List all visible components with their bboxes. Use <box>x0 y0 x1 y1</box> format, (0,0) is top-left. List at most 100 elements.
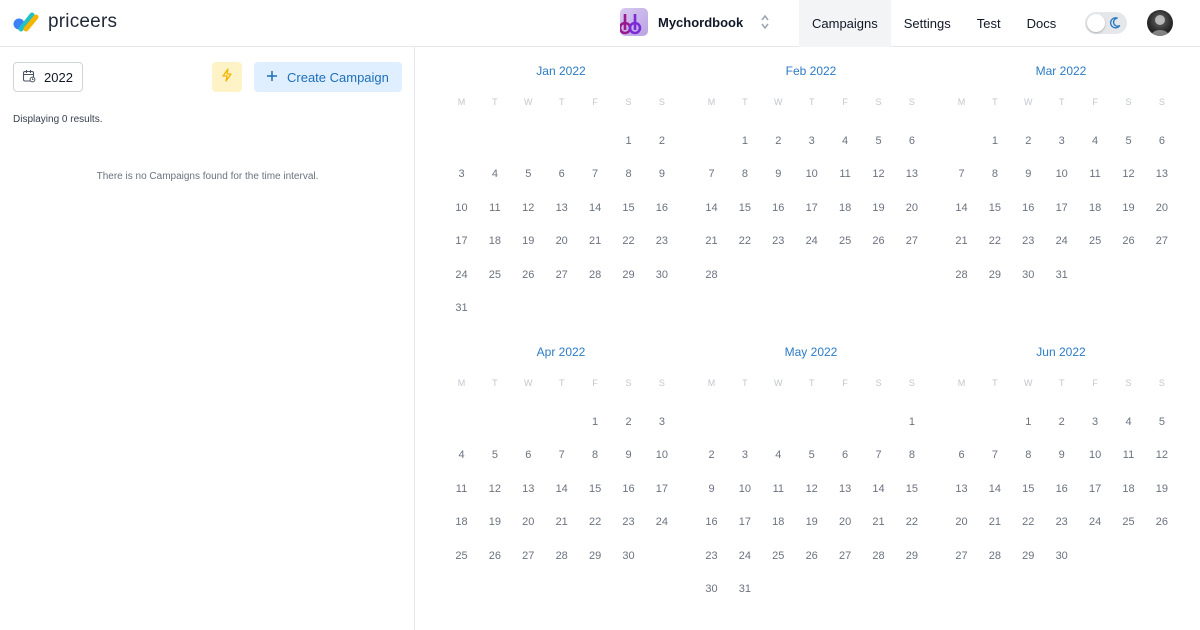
calendar-day[interactable]: 27 <box>512 550 545 562</box>
calendar-day[interactable]: 13 <box>545 202 578 214</box>
calendar-day[interactable]: 7 <box>978 449 1011 461</box>
calendar-day[interactable]: 20 <box>829 516 862 528</box>
calendar-day[interactable]: 10 <box>445 202 478 214</box>
calendar-day[interactable]: 13 <box>512 483 545 495</box>
calendar-day[interactable]: 17 <box>728 516 761 528</box>
calendar-day[interactable]: 25 <box>829 235 862 247</box>
calendar-day[interactable]: 15 <box>579 483 612 495</box>
calendar-day[interactable]: 18 <box>829 202 862 214</box>
calendar-day[interactable]: 19 <box>1112 202 1145 214</box>
calendar-day[interactable]: 21 <box>695 235 728 247</box>
calendar-day[interactable]: 21 <box>862 516 895 528</box>
calendar-day[interactable]: 2 <box>645 135 678 147</box>
calendar-day[interactable]: 26 <box>512 269 545 281</box>
calendar-day[interactable]: 16 <box>1045 483 1078 495</box>
calendar-day[interactable]: 10 <box>1045 168 1078 180</box>
calendar-day[interactable]: 22 <box>612 235 645 247</box>
calendar-day[interactable]: 1 <box>895 416 928 428</box>
calendar-day[interactable]: 5 <box>478 449 511 461</box>
quick-action-button[interactable] <box>212 62 242 92</box>
calendar-day[interactable]: 13 <box>1145 168 1178 180</box>
calendar-day[interactable]: 23 <box>1012 235 1045 247</box>
calendar-day[interactable]: 14 <box>695 202 728 214</box>
calendar-day[interactable]: 16 <box>612 483 645 495</box>
calendar-day[interactable]: 8 <box>895 449 928 461</box>
store-switcher[interactable]: Mychordbook <box>620 8 769 36</box>
calendar-day[interactable]: 15 <box>612 202 645 214</box>
calendar-day[interactable]: 9 <box>695 483 728 495</box>
calendar-day[interactable]: 15 <box>895 483 928 495</box>
calendar-day[interactable]: 19 <box>862 202 895 214</box>
calendar-day[interactable]: 1 <box>579 416 612 428</box>
nav-test[interactable]: Test <box>964 0 1014 47</box>
calendar-day[interactable]: 6 <box>512 449 545 461</box>
calendar-day[interactable]: 24 <box>795 235 828 247</box>
calendar-day[interactable]: 4 <box>445 449 478 461</box>
calendar-day[interactable]: 30 <box>612 550 645 562</box>
calendar-day[interactable]: 13 <box>895 168 928 180</box>
calendar-day[interactable]: 17 <box>445 235 478 247</box>
calendar-day[interactable]: 12 <box>1145 449 1178 461</box>
nav-docs[interactable]: Docs <box>1014 0 1070 47</box>
calendar-day[interactable]: 12 <box>862 168 895 180</box>
calendar-day[interactable]: 13 <box>829 483 862 495</box>
calendar-day[interactable]: 26 <box>862 235 895 247</box>
calendar-day[interactable]: 3 <box>1045 135 1078 147</box>
calendar-day[interactable]: 4 <box>762 449 795 461</box>
calendar-day[interactable]: 2 <box>762 135 795 147</box>
calendar-day[interactable]: 3 <box>795 135 828 147</box>
calendar-day[interactable]: 25 <box>478 269 511 281</box>
calendar-day[interactable]: 23 <box>1045 516 1078 528</box>
calendar-day[interactable]: 4 <box>1079 135 1112 147</box>
calendar-day[interactable]: 5 <box>862 135 895 147</box>
calendar-day[interactable]: 5 <box>1112 135 1145 147</box>
calendar-day[interactable]: 12 <box>512 202 545 214</box>
calendar-day[interactable]: 1 <box>1012 416 1045 428</box>
calendar-day[interactable]: 27 <box>1145 235 1178 247</box>
calendar-day[interactable]: 19 <box>478 516 511 528</box>
calendar-day[interactable]: 20 <box>945 516 978 528</box>
calendar-day[interactable]: 19 <box>1145 483 1178 495</box>
calendar-day[interactable]: 8 <box>1012 449 1045 461</box>
calendar-day[interactable]: 5 <box>795 449 828 461</box>
calendar-day[interactable]: 15 <box>978 202 1011 214</box>
calendar-day[interactable]: 19 <box>512 235 545 247</box>
calendar-day[interactable]: 12 <box>1112 168 1145 180</box>
calendar-day[interactable]: 2 <box>1012 135 1045 147</box>
calendar-day[interactable]: 11 <box>478 202 511 214</box>
calendar-day[interactable]: 8 <box>612 168 645 180</box>
calendar-day[interactable]: 28 <box>545 550 578 562</box>
calendar-day[interactable]: 30 <box>695 583 728 595</box>
calendar-day[interactable]: 25 <box>762 550 795 562</box>
calendar-day[interactable]: 25 <box>445 550 478 562</box>
calendar-day[interactable]: 6 <box>1145 135 1178 147</box>
calendar-day[interactable]: 7 <box>579 168 612 180</box>
calendar-day[interactable]: 21 <box>545 516 578 528</box>
calendar-day[interactable]: 9 <box>1012 168 1045 180</box>
calendar-day[interactable]: 14 <box>862 483 895 495</box>
calendar-day[interactable]: 27 <box>545 269 578 281</box>
calendar-day[interactable]: 12 <box>478 483 511 495</box>
brand-logo[interactable]: priceers <box>12 11 117 33</box>
calendar-day[interactable]: 6 <box>895 135 928 147</box>
calendar-day[interactable]: 4 <box>829 135 862 147</box>
calendar-day[interactable]: 18 <box>762 516 795 528</box>
calendar-day[interactable]: 21 <box>579 235 612 247</box>
calendar-day[interactable]: 4 <box>1112 416 1145 428</box>
calendar-day[interactable]: 17 <box>795 202 828 214</box>
calendar-day[interactable]: 31 <box>445 302 478 314</box>
calendar-day[interactable]: 7 <box>545 449 578 461</box>
calendar-day[interactable]: 17 <box>1079 483 1112 495</box>
calendar-day[interactable]: 31 <box>728 583 761 595</box>
calendar-day[interactable]: 2 <box>1045 416 1078 428</box>
calendar-day[interactable]: 24 <box>645 516 678 528</box>
calendar-day[interactable]: 6 <box>945 449 978 461</box>
calendar-day[interactable]: 11 <box>762 483 795 495</box>
calendar-day[interactable]: 20 <box>545 235 578 247</box>
calendar-day[interactable]: 18 <box>445 516 478 528</box>
calendar-day[interactable]: 4 <box>478 168 511 180</box>
calendar-day[interactable]: 7 <box>695 168 728 180</box>
nav-campaigns[interactable]: Campaigns <box>799 0 891 47</box>
calendar-day[interactable]: 23 <box>695 550 728 562</box>
nav-settings[interactable]: Settings <box>891 0 964 47</box>
